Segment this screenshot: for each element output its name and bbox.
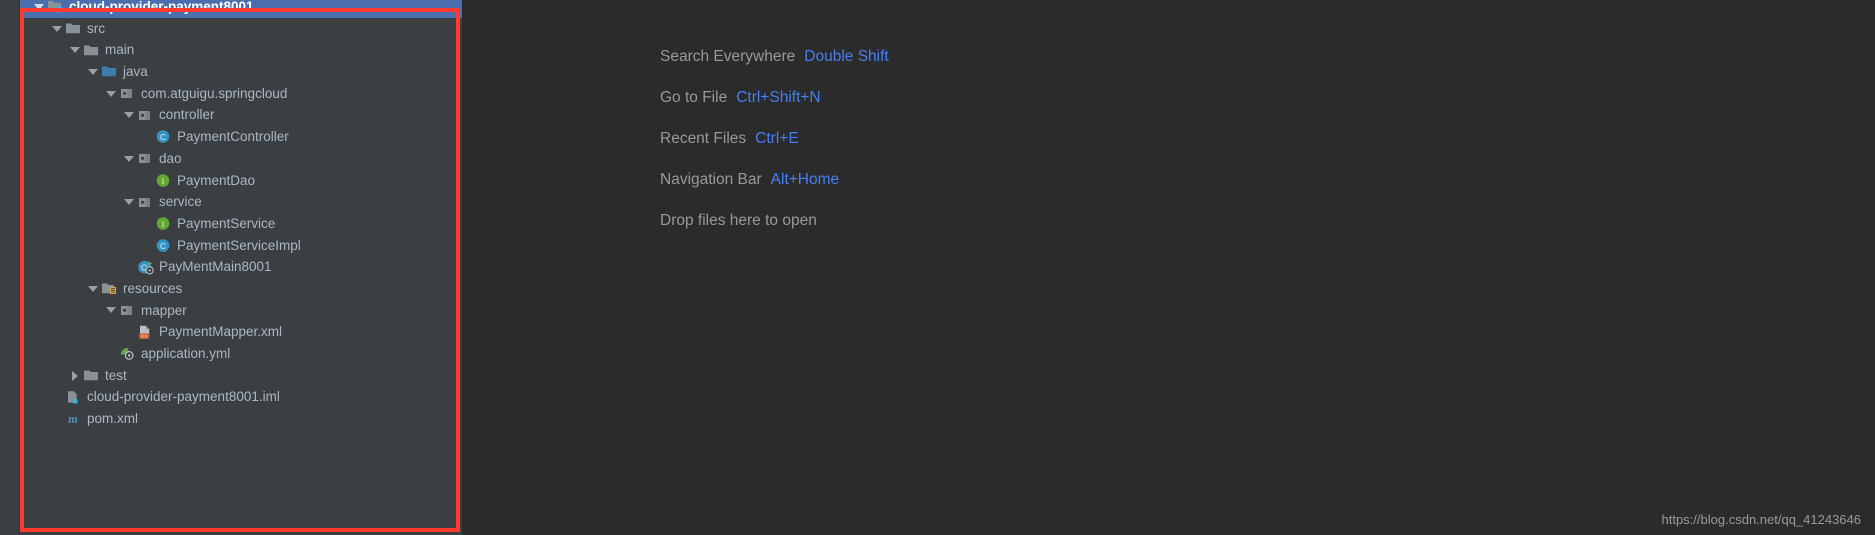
java-interface-icon: I [155, 213, 173, 234]
editor-hint-row: Drop files here to open [660, 200, 889, 241]
tree-row-label: test [105, 367, 127, 383]
tree-row[interactable]: C PaymentServiceImpl [20, 235, 462, 257]
chevron-down-icon[interactable] [121, 112, 137, 118]
tree-row[interactable]: controller [20, 104, 462, 126]
tree-row-label: main [105, 42, 135, 58]
java-interface-icon: I [155, 170, 173, 191]
chevron-right-icon[interactable] [67, 371, 83, 381]
editor-hint-row: Navigation Bar Alt+Home [660, 159, 889, 200]
maven-file-icon: m [65, 408, 83, 429]
chevron-down-icon[interactable] [121, 199, 137, 205]
hint-shortcut-key: Double Shift [804, 47, 889, 65]
tree-row[interactable]: C PaymentController [20, 126, 462, 148]
hint-action-label: Navigation Bar [660, 170, 762, 188]
package-icon [137, 105, 155, 126]
chevron-down-icon[interactable] [85, 286, 101, 292]
folder-gray-icon [83, 365, 101, 386]
tree-row-label: PaymentMapper.xml [159, 324, 283, 340]
hint-action-label: Go to File [660, 88, 728, 106]
hint-action-label: Drop files here to open [660, 211, 817, 229]
tree-row-label: cloud-provider-payment8001 [69, 0, 254, 14]
chevron-down-icon[interactable] [85, 69, 101, 75]
editor-hint-row: Recent Files Ctrl+E [660, 118, 889, 159]
tree-row[interactable]: I PaymentDao [20, 170, 462, 192]
hint-action-label: Search Everywhere [660, 47, 796, 65]
tree-row-label: service [159, 194, 202, 210]
chevron-down-icon[interactable] [31, 4, 47, 10]
yml-file-icon [119, 343, 137, 364]
chevron-down-icon[interactable] [103, 307, 119, 313]
svg-text:I: I [162, 177, 165, 186]
module-folder-icon [47, 0, 65, 17]
tree-row[interactable]: cloud-provider-payment8001.iml [20, 386, 462, 408]
svg-text:<>: <> [141, 333, 148, 340]
package-icon [137, 148, 155, 169]
project-tree[interactable]: cloud-provider-payment8001 src main java com… [20, 0, 462, 430]
tree-row[interactable]: m pom.xml [20, 408, 462, 430]
tree-row-label: PayMentMain8001 [159, 259, 272, 275]
tree-row[interactable]: test [20, 365, 462, 387]
tree-row-label: resources [123, 280, 183, 296]
hint-shortcut-key: Ctrl+Shift+N [736, 88, 821, 106]
tree-row-label: pom.xml [87, 411, 139, 427]
iml-file-icon [65, 387, 83, 408]
tree-row-label: mapper [141, 302, 187, 318]
tree-row[interactable]: resources [20, 278, 462, 300]
folder-gray-icon [83, 40, 101, 61]
tree-row-label: src [87, 20, 105, 36]
project-tool-window[interactable]: cloud-provider-payment8001 src main java com… [0, 0, 462, 535]
editor-hint-row: Go to File Ctrl+Shift+N [660, 77, 889, 118]
tree-row[interactable]: <> PaymentMapper.xml [20, 321, 462, 343]
svg-text:C: C [160, 241, 166, 251]
tree-row[interactable]: dao [20, 148, 462, 170]
runnable-class-icon: C [137, 257, 155, 278]
editor-shortcut-hints: Search Everywhere Double Shift Go to File C… [660, 36, 889, 241]
tree-row[interactable]: C PayMentMain8001 [20, 256, 462, 278]
chevron-down-icon[interactable] [103, 91, 119, 97]
svg-text:C: C [160, 132, 166, 142]
tree-row[interactable]: java [20, 61, 462, 83]
tree-row-label: PaymentDao [177, 172, 256, 188]
tree-row[interactable]: com.atguigu.springcloud [20, 83, 462, 105]
tree-row-label: controller [159, 107, 215, 123]
tree-row[interactable]: I PaymentService [20, 213, 462, 235]
tree-gutter [0, 0, 20, 535]
resources-folder-icon [101, 278, 119, 299]
watermark: https://blog.csdn.net/qq_41243646 [1661, 512, 1862, 527]
package-icon [119, 83, 137, 104]
chevron-down-icon[interactable] [49, 26, 65, 32]
tree-row-label: java [123, 64, 148, 80]
java-class-icon: C [155, 126, 173, 147]
chevron-down-icon[interactable] [121, 156, 137, 162]
tree-row-label: dao [159, 150, 182, 166]
tree-row-label: PaymentController [177, 129, 289, 145]
tree-row[interactable]: cloud-provider-payment8001 [20, 0, 462, 18]
editor-hint-row: Search Everywhere Double Shift [660, 36, 889, 77]
hint-action-label: Recent Files [660, 129, 747, 147]
tree-row-label: cloud-provider-payment8001.iml [87, 389, 280, 405]
chevron-down-icon[interactable] [67, 47, 83, 53]
package-icon [137, 192, 155, 213]
source-folder-icon [101, 61, 119, 82]
tree-row[interactable]: src [20, 18, 462, 40]
hint-shortcut-key: Ctrl+E [755, 129, 799, 147]
tree-row-label: com.atguigu.springcloud [141, 85, 288, 101]
folder-gray-icon [65, 18, 83, 39]
hint-shortcut-key: Alt+Home [770, 170, 840, 188]
tree-row-label: application.yml [141, 346, 231, 361]
xml-file-icon: <> [137, 322, 155, 343]
editor-empty-state[interactable]: Search Everywhere Double Shift Go to File C… [462, 0, 1875, 535]
tree-row[interactable]: application.yml [20, 343, 462, 365]
tree-row-label: PaymentServiceImpl [177, 237, 301, 253]
tree-row[interactable]: mapper [20, 300, 462, 322]
tree-row-label: PaymentService [177, 215, 276, 231]
svg-text:m: m [68, 412, 78, 426]
svg-text:I: I [162, 220, 165, 229]
tree-row[interactable]: service [20, 191, 462, 213]
java-class-icon: C [155, 235, 173, 256]
package-icon [119, 300, 137, 321]
tree-row[interactable]: main [20, 39, 462, 61]
